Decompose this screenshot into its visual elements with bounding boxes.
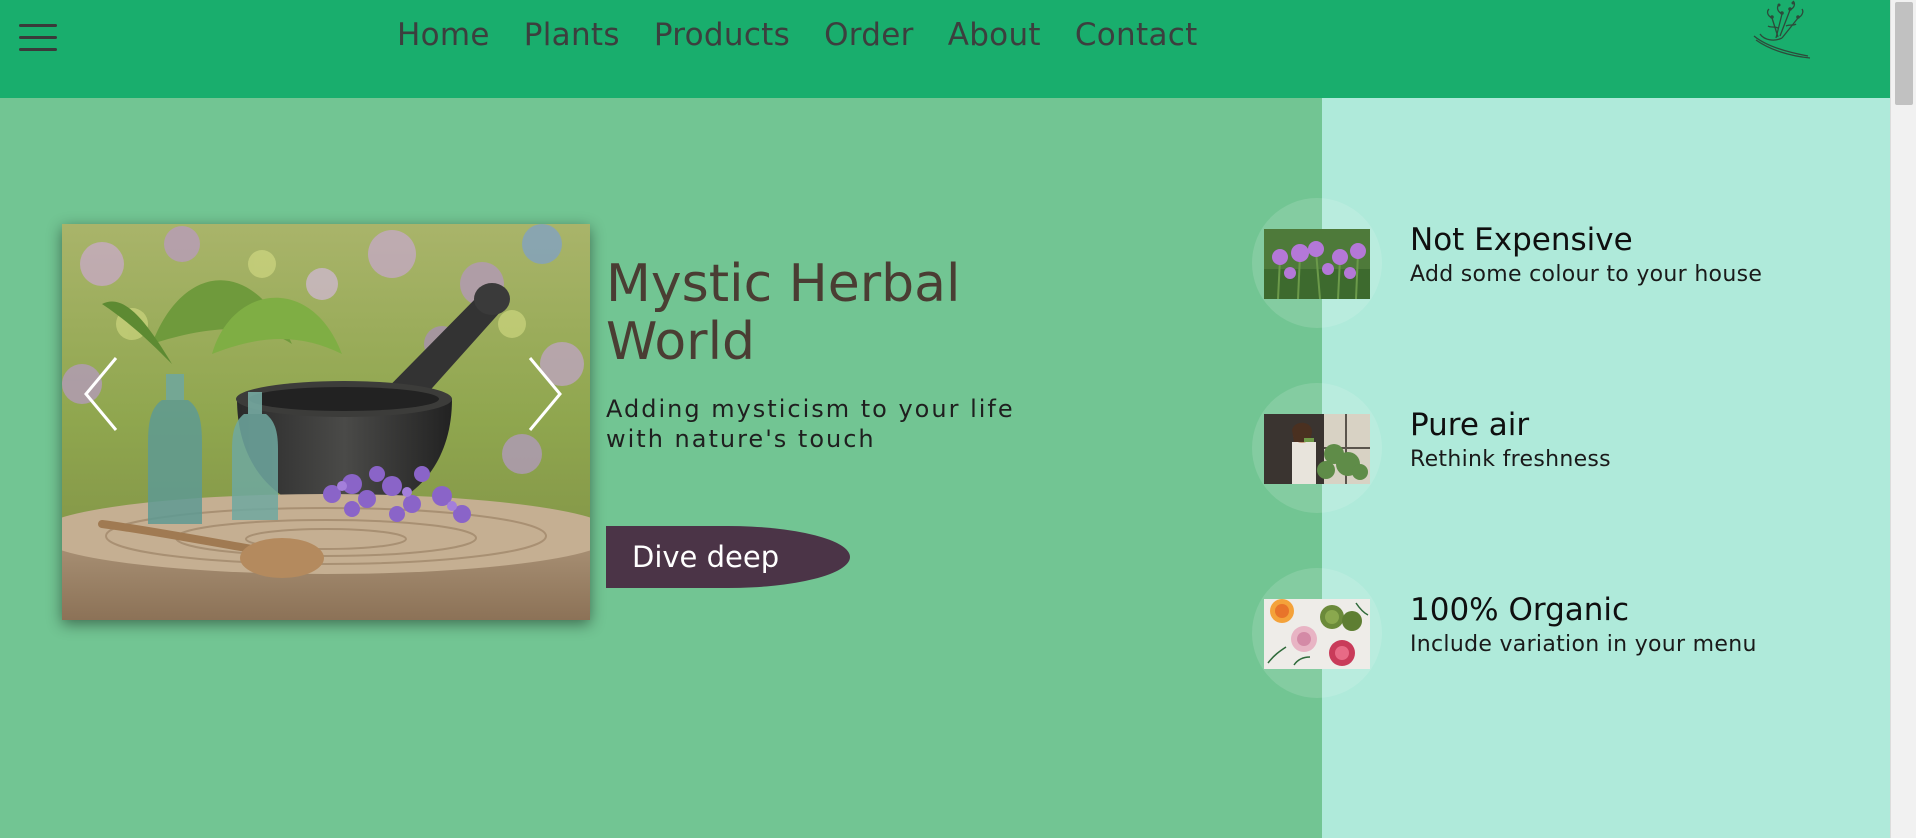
feature-item: Not Expensive Add some colour to your ho… [1252,198,1872,328]
hamburger-menu-icon[interactable] [19,24,57,52]
woman-with-plants-image [1264,414,1370,484]
feature-description: Rethink freshness [1410,447,1611,472]
nav-link-contact[interactable]: Contact [1075,17,1198,53]
feature-title: Not Expensive [1410,222,1633,258]
organic-bowls-image [1264,599,1370,669]
hand-holding-herbs-icon[interactable] [1746,0,1818,60]
nav-link-products[interactable]: Products [654,17,790,53]
site-header: Home Plants Products Order About Contact [0,0,1890,98]
feature-title: Pure air [1410,407,1530,443]
herbal-mortar-image [62,224,590,620]
hero-carousel [62,224,590,620]
hero-subtitle: Adding mysticism to your life with natur… [606,395,1015,453]
page-scrollbar[interactable] [1890,0,1916,838]
nav-link-plants[interactable]: Plants [524,17,620,53]
chevron-left-icon[interactable] [80,354,120,434]
feature-item: Pure air Rethink freshness [1252,383,1872,513]
feature-item: 100% Organic Include variation in your m… [1252,568,1872,698]
nav-link-about[interactable]: About [948,17,1041,53]
main-nav: Home Plants Products Order About Contact [397,17,1198,53]
feature-description: Include variation in your menu [1410,632,1757,657]
chevron-right-icon[interactable] [526,354,566,434]
scrollbar-thumb[interactable] [1895,2,1913,105]
hero-title: Mystic Herbal World [606,254,961,372]
feature-description: Add some colour to your house [1410,262,1763,287]
dive-deep-button[interactable]: Dive deep [606,526,850,588]
nav-link-order[interactable]: Order [824,17,914,53]
feature-title: 100% Organic [1410,592,1630,628]
nav-link-home[interactable]: Home [397,17,490,53]
purple-flowers-image [1264,229,1370,299]
